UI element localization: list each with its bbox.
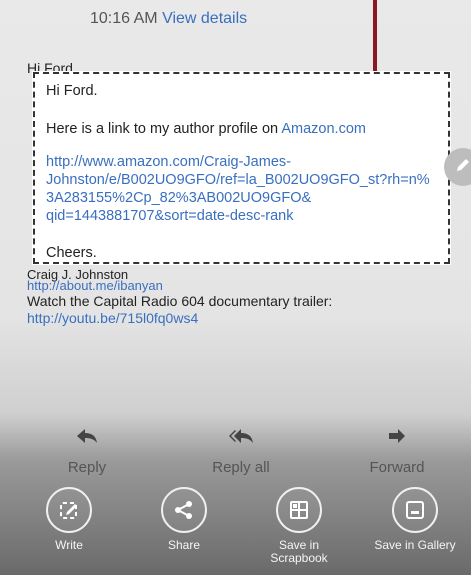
reply-label: Reply xyxy=(67,459,107,476)
trailer-paragraph: Watch the Capital Radio 604 documentary … xyxy=(27,293,467,327)
share-button[interactable]: Share xyxy=(139,487,229,552)
save-in-gallery-button[interactable]: Save in Gallery xyxy=(370,487,460,552)
popup-intro-text: Here is a link to my author profile on xyxy=(46,121,282,137)
email-view-screen: 10:16 AM View details Hi Ford Craig J. J… xyxy=(0,0,471,575)
reply-all-icon xyxy=(196,428,286,447)
url-line-2: Johnston/e/B002UO9GFO/ref=la_B002UO9GFO_… xyxy=(46,172,430,188)
reply-button[interactable]: Reply xyxy=(42,428,132,476)
message-actions-row: Reply Reply all Forward xyxy=(0,428,471,478)
forward-label: Forward xyxy=(369,459,425,476)
gallery-icon xyxy=(392,487,438,533)
reply-icon xyxy=(42,428,132,447)
edit-pencil-icon xyxy=(454,156,471,179)
message-preview-popup: Hi Ford. Here is a link to my author pro… xyxy=(33,72,450,264)
share-label: Share xyxy=(167,538,201,552)
trailer-link[interactable]: http://youtu.be/715l0fq0ws4 xyxy=(27,310,198,326)
url-line-3: 3A283155%2Cp_82%3AB002UO9GFO& xyxy=(46,190,312,206)
view-details-link[interactable]: View details xyxy=(162,10,247,27)
write-icon xyxy=(46,487,92,533)
reply-all-button[interactable]: Reply all xyxy=(196,428,286,476)
trailer-text: Watch the Capital Radio 604 documentary … xyxy=(27,293,333,309)
popup-intro: Here is a link to my author profile on A… xyxy=(46,121,366,137)
reply-all-label: Reply all xyxy=(212,459,270,476)
popup-greeting: Hi Ford. xyxy=(46,83,98,99)
signature-link[interactable]: http://about.me/ibanyan xyxy=(27,278,163,293)
scrapbook-icon xyxy=(276,487,322,533)
bottom-tool-bar: Write Share Save in Scrapbook Save in Ga… xyxy=(0,487,471,575)
email-time: 10:16 AM xyxy=(90,10,158,27)
url-line-4: qid=1443881707&sort=date-desc-rank xyxy=(46,208,294,224)
save-in-scrapbook-button[interactable]: Save in Scrapbook xyxy=(254,487,344,565)
write-button[interactable]: Write xyxy=(24,487,114,552)
forward-icon xyxy=(352,428,442,447)
write-label: Write xyxy=(55,538,83,552)
email-timestamp-row: 10:16 AM View details xyxy=(90,10,247,28)
gallery-label: Save in Gallery xyxy=(374,538,456,552)
url-line-1: http://www.amazon.com/Craig-James- xyxy=(46,154,291,170)
callout-line xyxy=(373,0,377,72)
amazon-link[interactable]: Amazon.com xyxy=(281,121,366,137)
scrapbook-label: Save in Scrapbook xyxy=(270,538,328,565)
popup-closing: Cheers. xyxy=(46,245,97,261)
amazon-profile-url[interactable]: http://www.amazon.com/Craig-James- Johns… xyxy=(46,153,466,225)
share-icon xyxy=(161,487,207,533)
forward-button[interactable]: Forward xyxy=(352,428,442,476)
